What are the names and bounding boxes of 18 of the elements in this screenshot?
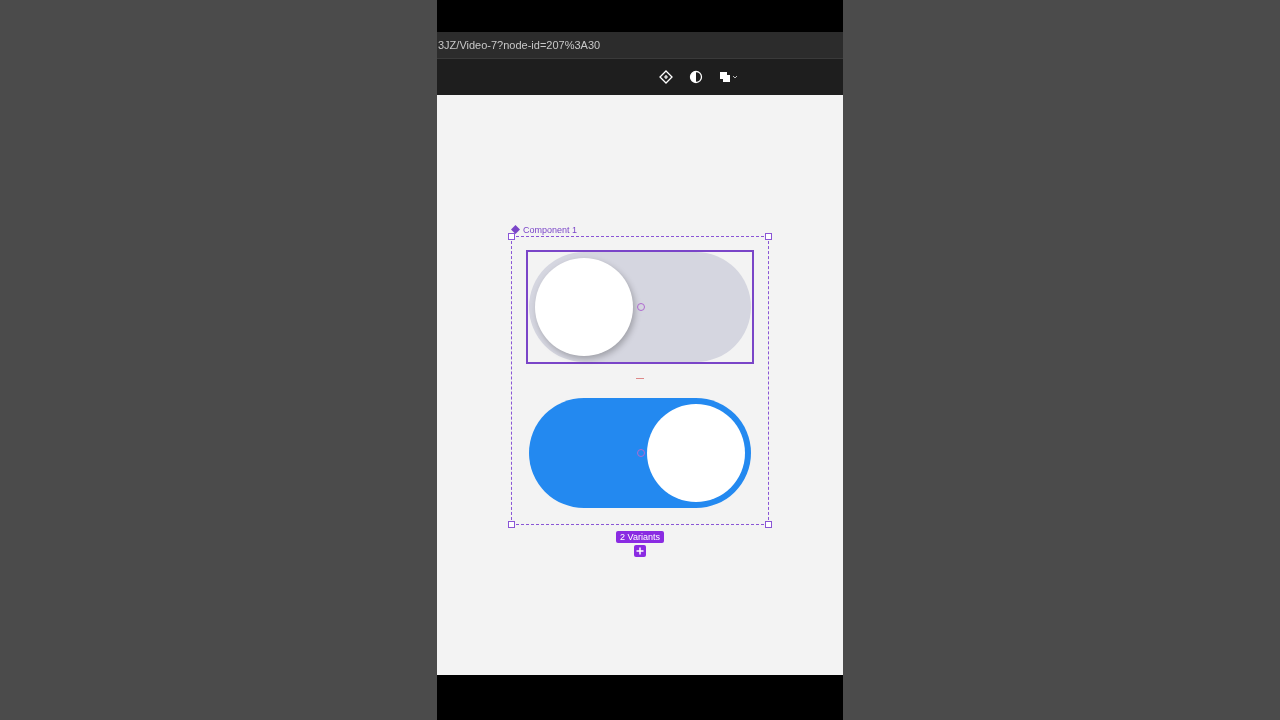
component-icon <box>511 225 520 234</box>
toggle-knob[interactable] <box>535 258 633 356</box>
contrast-icon[interactable] <box>689 70 703 84</box>
resize-handle[interactable] <box>765 521 772 528</box>
spacing-indicator <box>636 378 644 379</box>
variants-badge[interactable]: 2 Variants <box>616 531 664 543</box>
toggle-switch[interactable] <box>529 252 751 362</box>
add-variant-icon[interactable] <box>634 545 646 557</box>
resize-handle[interactable] <box>765 233 772 240</box>
component-label[interactable]: Component 1 <box>523 224 578 235</box>
resize-handle[interactable] <box>508 233 515 240</box>
url-text: 3JZ/Video-7?node-id=207%3A30 <box>437 39 601 51</box>
component-icon[interactable] <box>659 70 673 84</box>
toggle-knob[interactable] <box>647 404 745 502</box>
resize-handle[interactable] <box>508 521 515 528</box>
component-set-frame[interactable] <box>511 236 769 525</box>
boolean-layers-icon[interactable] <box>719 70 739 84</box>
address-bar[interactable]: 3JZ/Video-7?node-id=207%3A30 <box>437 32 843 59</box>
